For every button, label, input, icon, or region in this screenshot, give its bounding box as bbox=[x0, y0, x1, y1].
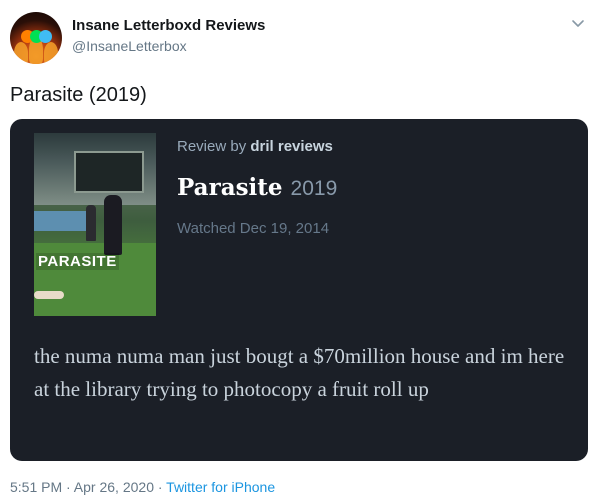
film-title[interactable]: Parasite bbox=[177, 174, 283, 201]
poster-pool bbox=[34, 211, 94, 231]
poster-figure bbox=[104, 195, 122, 255]
film-heading: Parasite 2019 bbox=[177, 174, 337, 201]
reviewer-name[interactable]: dril reviews bbox=[250, 138, 333, 155]
film-poster[interactable]: PARASITE bbox=[34, 133, 156, 316]
author-handle[interactable]: @InsaneLetterbox bbox=[72, 38, 187, 54]
tweet: Insane Letterboxd Reviews @InsaneLetterb… bbox=[0, 0, 600, 501]
review-by-prefix: Review by bbox=[177, 138, 251, 155]
avatar[interactable] bbox=[10, 12, 62, 64]
poster-title: PARASITE bbox=[36, 253, 119, 270]
review-card[interactable]: PARASITE Review by dril reviews Parasite… bbox=[10, 119, 588, 461]
tweet-text: Parasite (2019) bbox=[10, 84, 147, 106]
flame-shape bbox=[44, 42, 58, 64]
review-byline: Review by dril reviews bbox=[177, 138, 333, 155]
timestamp[interactable]: 5:51 PM · Apr 26, 2020 · bbox=[10, 479, 166, 495]
chevron-down-icon[interactable] bbox=[568, 16, 588, 32]
review-text: the numa numa man just bougt a $70millio… bbox=[34, 344, 565, 401]
tweet-meta: 5:51 PM · Apr 26, 2020 · Twitter for iPh… bbox=[10, 479, 275, 495]
flame-shape bbox=[14, 42, 28, 64]
blue-dot bbox=[39, 30, 52, 43]
film-year[interactable]: 2019 bbox=[291, 177, 338, 200]
author-display-name[interactable]: Insane Letterboxd Reviews bbox=[72, 17, 265, 34]
poster-legs bbox=[34, 291, 64, 299]
poster-figure bbox=[86, 205, 96, 241]
watched-date: Watched Dec 19, 2014 bbox=[177, 220, 330, 237]
source-link[interactable]: Twitter for iPhone bbox=[166, 479, 275, 495]
poster-window bbox=[74, 151, 144, 193]
